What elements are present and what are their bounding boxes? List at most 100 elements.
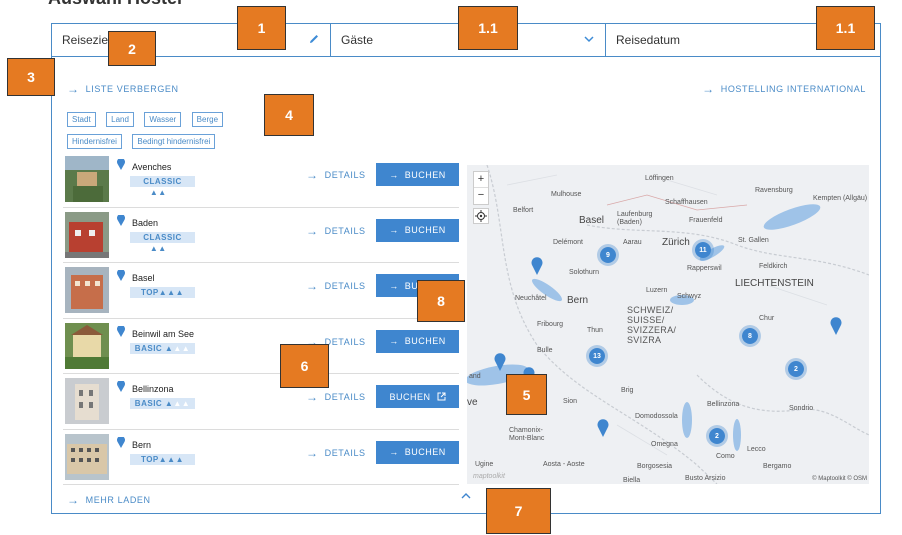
- category-text: CLASSIC: [143, 232, 182, 242]
- filter-chip-wasser[interactable]: Wasser: [144, 112, 182, 127]
- map-place-label: Feldkirch: [759, 263, 788, 270]
- hide-list-label: LISTE VERBERGEN: [85, 84, 179, 94]
- country-name-line: SVIZZERA/: [627, 325, 677, 335]
- map-pin-icon[interactable]: [597, 419, 609, 437]
- hostel-photo[interactable]: [65, 322, 109, 369]
- country-name-line: SVIZRA: [627, 335, 662, 345]
- hostel-name[interactable]: Avenches: [132, 162, 171, 172]
- details-label: DETAILS: [324, 170, 366, 180]
- hostel-photo[interactable]: [65, 267, 109, 313]
- page: Auswahl Hostel Reiseziel Gäste Reisedatu…: [0, 0, 902, 535]
- hostel-map[interactable]: + − Löffingen Mulhouse Schaffhausen Rave…: [467, 165, 869, 484]
- hostel-name[interactable]: Baden: [132, 218, 158, 228]
- country-name-line: SCHWEIZ/: [627, 305, 674, 315]
- book-external-button[interactable]: BUCHEN: [376, 385, 459, 408]
- map-place-label: Belfort: [513, 207, 534, 214]
- annotation-marker: 3: [7, 58, 55, 96]
- map-cluster-marker[interactable]: 13: [586, 345, 608, 367]
- hostel-name[interactable]: Beinwil am See: [132, 329, 194, 339]
- map-place-label: Sion: [563, 398, 578, 405]
- load-more-link[interactable]: → MEHR LADEN: [67, 493, 151, 507]
- details-label: DETAILS: [324, 281, 366, 291]
- map-place-label: Fribourg: [537, 321, 564, 328]
- arrow-right-icon: →: [306, 168, 319, 182]
- annotation-marker: 6: [280, 344, 329, 388]
- annotation-marker: 5: [506, 374, 547, 415]
- hostelling-international-link[interactable]: → HOSTELLING INTERNATIONAL: [702, 82, 866, 96]
- location-pin-icon: [117, 159, 125, 170]
- filter-chips: Stadt Land Wasser Berge Hindernisfrei Be…: [67, 109, 277, 153]
- hostel-list: Avenches CLASSIC ▲▲▲ → DETAILS → BUCHEN Ba…: [63, 152, 459, 485]
- map-place-label: Borgosesia: [637, 463, 673, 470]
- book-label: BUCHEN: [404, 447, 446, 457]
- map-place-label: Frauenfeld: [689, 217, 723, 224]
- filter-chip-hindernisfrei[interactable]: Hindernisfrei: [67, 134, 122, 149]
- map-place-label: Mulhouse: [551, 191, 582, 198]
- locate-button[interactable]: [473, 208, 489, 224]
- destination-field[interactable]: Reiseziel: [52, 24, 330, 56]
- location-pin-icon: [117, 436, 125, 448]
- map-place-label: Bulle: [537, 347, 553, 354]
- category-text: TOP: [140, 454, 159, 464]
- map-cluster-marker[interactable]: 11: [692, 239, 714, 261]
- details-link[interactable]: → DETAILS: [306, 168, 366, 182]
- map-place-label: Brig: [621, 387, 634, 394]
- book-button[interactable]: → BUCHEN: [376, 329, 459, 353]
- category-stars: ▲▲: [149, 243, 167, 253]
- category-text: BASIC: [134, 343, 163, 353]
- hostel-row: Bellinzona BASIC ▲▲▲ → DETAILS BUCHEN: [63, 374, 459, 430]
- hostel-search-panel: Reiseziel Gäste Reisedatum → LISTE VERBE…: [51, 23, 881, 514]
- destination-label: Reiseziel: [62, 33, 111, 47]
- map-pin-icon[interactable]: [494, 353, 506, 371]
- chevron-up-icon[interactable]: [461, 491, 471, 499]
- filter-chip-bedingt-hindernisfrei[interactable]: Bedingt hindernisfrei: [132, 134, 216, 149]
- zoom-out-button[interactable]: −: [474, 188, 488, 204]
- arrow-right-icon: →: [306, 445, 319, 460]
- hostel-photo[interactable]: [65, 378, 109, 424]
- book-button[interactable]: → BUCHEN: [376, 218, 459, 242]
- book-button[interactable]: → BUCHEN: [376, 440, 459, 464]
- hostel-name[interactable]: Bellinzona: [132, 384, 174, 394]
- hostel-row: Baden CLASSIC ▲▲▲ → DETAILS → BUCHEN: [63, 208, 459, 263]
- book-label: BUCHEN: [404, 225, 446, 235]
- filter-chip-berge[interactable]: Berge: [191, 112, 224, 127]
- external-link-icon: [437, 392, 445, 401]
- map-cluster-marker[interactable]: 2: [706, 425, 728, 447]
- chevron-down-icon: [584, 36, 594, 43]
- filter-chip-stadt[interactable]: Stadt: [67, 112, 96, 127]
- hide-list-link[interactable]: → LISTE VERBERGEN: [67, 82, 179, 96]
- map-place-label: Laufenburg (Baden): [617, 211, 653, 226]
- map-place-label: and: [469, 373, 481, 380]
- hostel-name[interactable]: Bern: [132, 440, 151, 450]
- hostel-row: Beinwil am See BASIC ▲▲▲ → DETAILS → BUCHE…: [63, 319, 459, 374]
- map-cluster-marker[interactable]: 2: [785, 358, 807, 380]
- map-pin-icon[interactable]: [830, 317, 842, 335]
- map-cluster-marker[interactable]: 9: [597, 244, 619, 266]
- hostel-category-badge: CLASSIC ▲▲▲: [130, 176, 195, 197]
- map-place-label: Como: [716, 453, 735, 460]
- map-place-label: Ugine: [475, 461, 494, 468]
- hostel-name[interactable]: Basel: [132, 273, 155, 283]
- details-link[interactable]: → DETAILS: [306, 446, 366, 460]
- map-place-label: Bellinzona: [707, 401, 740, 408]
- hostel-photo[interactable]: [65, 156, 109, 202]
- arrow-right-icon: →: [306, 390, 319, 404]
- hostel-photo[interactable]: [65, 211, 109, 258]
- map-place-label: Chamonix-Mont-Blanc: [509, 427, 545, 442]
- map-cluster-marker[interactable]: 8: [739, 325, 761, 347]
- filter-chip-land[interactable]: Land: [106, 112, 134, 127]
- book-button[interactable]: → BUCHEN: [376, 163, 459, 186]
- map-place-label: Basel: [579, 215, 605, 226]
- map-attribution[interactable]: © Maptoolkit © OSM: [812, 476, 867, 482]
- hostel-photo[interactable]: [65, 433, 109, 480]
- zoom-in-button[interactable]: +: [474, 172, 488, 188]
- map-place-label: Luzern: [646, 287, 668, 294]
- hostelling-international-label: HOSTELLING INTERNATIONAL: [720, 84, 866, 94]
- hostel-category-badge: BASIC ▲▲▲: [130, 342, 195, 354]
- details-link[interactable]: → DETAILS: [306, 390, 366, 404]
- details-link[interactable]: → DETAILS: [306, 279, 366, 293]
- map-pin-icon[interactable]: [531, 257, 543, 275]
- zoom-controls: + −: [473, 171, 489, 205]
- details-link[interactable]: → DETAILS: [306, 224, 366, 238]
- location-pin-icon: [117, 381, 125, 392]
